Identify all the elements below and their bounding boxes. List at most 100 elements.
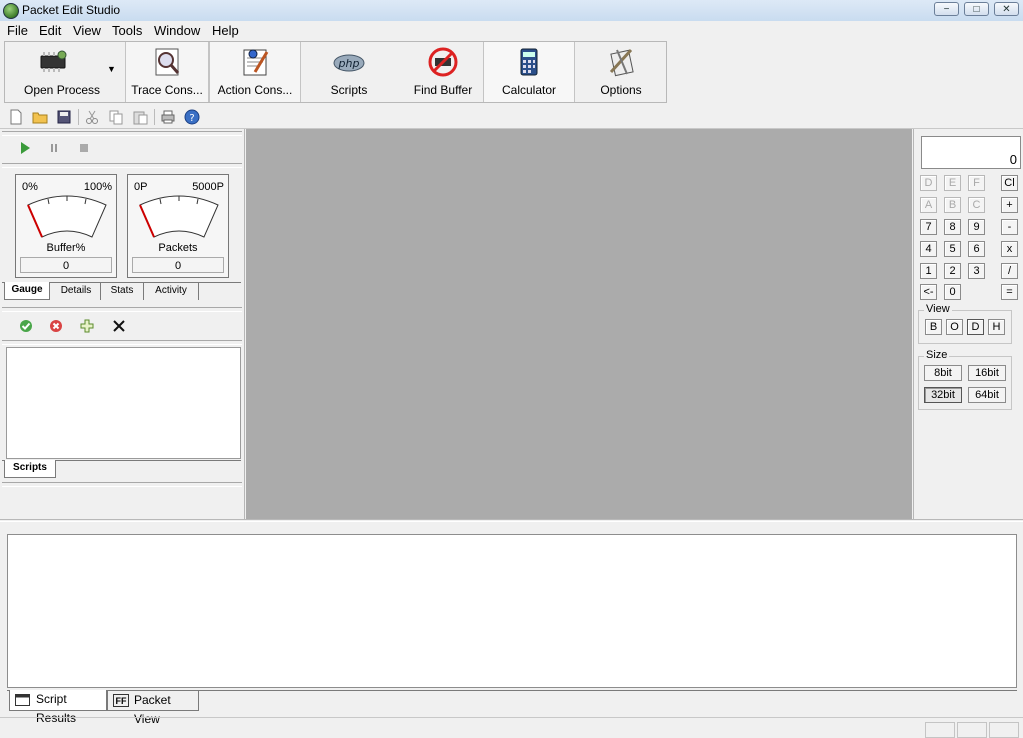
gauge-name: Packets bbox=[158, 242, 198, 254]
script-results-pane[interactable] bbox=[7, 534, 1017, 688]
key-1[interactable]: 1 bbox=[920, 263, 937, 279]
key-b[interactable]: B bbox=[944, 197, 961, 213]
minimize-button[interactable]: − bbox=[934, 2, 959, 16]
tab-packet-view[interactable]: FF Packet View bbox=[107, 691, 199, 726]
pause-icon[interactable] bbox=[47, 141, 61, 155]
cancel-icon[interactable] bbox=[49, 319, 63, 333]
key-backspace[interactable]: <- bbox=[920, 284, 937, 300]
key-2[interactable]: 2 bbox=[944, 263, 961, 279]
menu-bar: File Edit View Tools Window Help bbox=[0, 21, 1023, 40]
key-minus[interactable]: - bbox=[1001, 219, 1018, 235]
view-group-title: View bbox=[924, 303, 952, 315]
packets-dial-icon bbox=[139, 195, 219, 238]
left-panel: 0% 100% Buffer% 0 0P 5000P Packets 0 Gau… bbox=[0, 129, 245, 519]
key-a[interactable]: A bbox=[920, 197, 937, 213]
action-console-button[interactable]: Action Cons... bbox=[209, 42, 301, 102]
calculator-panel: 0 D E F Cl A B C + 7 8 9 - 4 5 6 x 1 2 3… bbox=[913, 129, 1023, 519]
gauge-value: 0 bbox=[132, 257, 224, 273]
size-16bit-button[interactable]: 16bit bbox=[968, 365, 1006, 381]
action-icon bbox=[243, 49, 269, 76]
key-plus[interactable]: + bbox=[1001, 197, 1018, 213]
save-icon[interactable] bbox=[56, 109, 72, 125]
menu-tools[interactable]: Tools bbox=[112, 23, 142, 38]
new-file-icon[interactable] bbox=[8, 109, 24, 125]
menu-file[interactable]: File bbox=[7, 23, 28, 38]
find-buffer-label: Find Buffer bbox=[413, 83, 473, 97]
check-icon[interactable] bbox=[19, 319, 33, 333]
key-6[interactable]: 6 bbox=[968, 241, 985, 257]
gauge-min-label: 0% bbox=[22, 181, 38, 193]
key-clear[interactable]: Cl bbox=[1001, 175, 1018, 191]
print-icon[interactable] bbox=[160, 109, 176, 125]
chip-icon bbox=[40, 50, 67, 72]
main-toolbar: ▼ Open Process Trace Cons... Action Cons… bbox=[4, 41, 667, 103]
key-equals[interactable]: = bbox=[1001, 284, 1018, 300]
window-title: Packet Edit Studio bbox=[22, 3, 121, 17]
maximize-button[interactable]: □ bbox=[964, 2, 989, 16]
app-logo-icon bbox=[3, 3, 19, 19]
packets-gauge: 0P 5000P Packets 0 bbox=[127, 174, 229, 278]
key-3[interactable]: 3 bbox=[968, 263, 985, 279]
copy-icon[interactable] bbox=[108, 109, 124, 125]
view-hex-button[interactable]: H bbox=[988, 319, 1005, 335]
size-8bit-button[interactable]: 8bit bbox=[924, 365, 962, 381]
key-8[interactable]: 8 bbox=[944, 219, 961, 235]
size-32bit-button[interactable]: 32bit bbox=[924, 387, 962, 403]
dropdown-arrow-icon[interactable]: ▼ bbox=[107, 64, 116, 74]
gauge-max-label: 100% bbox=[83, 181, 112, 193]
tab-scripts[interactable]: Scripts bbox=[4, 460, 56, 478]
key-7[interactable]: 7 bbox=[920, 219, 937, 235]
buffer-gauge: 0% 100% Buffer% 0 bbox=[15, 174, 117, 278]
tab-script-results[interactable]: Script Results bbox=[9, 690, 107, 725]
tab-stats[interactable]: Stats bbox=[101, 283, 144, 300]
calculator-label: Calculator bbox=[501, 83, 557, 97]
tab-gauge[interactable]: Gauge bbox=[4, 282, 50, 300]
key-5[interactable]: 5 bbox=[944, 241, 961, 257]
key-divide[interactable]: / bbox=[1001, 263, 1018, 279]
key-multiply[interactable]: x bbox=[1001, 241, 1018, 257]
options-button[interactable]: Options bbox=[577, 42, 665, 102]
play-icon[interactable] bbox=[18, 141, 32, 155]
menu-view[interactable]: View bbox=[73, 23, 101, 38]
cut-icon[interactable] bbox=[84, 109, 100, 125]
view-decimal-button[interactable]: D bbox=[967, 319, 984, 335]
view-binary-button[interactable]: B bbox=[925, 319, 942, 335]
open-process-button[interactable]: ▼ Open Process bbox=[11, 42, 123, 102]
menu-window[interactable]: Window bbox=[154, 23, 200, 38]
trace-console-button[interactable]: Trace Cons... bbox=[125, 42, 209, 102]
stop-icon[interactable] bbox=[77, 141, 91, 155]
find-buffer-button[interactable]: Find Buffer bbox=[397, 42, 489, 102]
delete-icon[interactable] bbox=[112, 319, 126, 333]
gauge-value: 0 bbox=[20, 257, 112, 273]
size-64bit-button[interactable]: 64bit bbox=[968, 387, 1006, 403]
close-button[interactable]: ✕ bbox=[994, 2, 1019, 16]
key-e[interactable]: E bbox=[944, 175, 961, 191]
scripts-tabstrip: Scripts bbox=[2, 460, 241, 479]
key-c[interactable]: C bbox=[968, 197, 985, 213]
mdi-workspace[interactable] bbox=[246, 129, 912, 519]
status-bar bbox=[0, 717, 1023, 738]
open-folder-icon[interactable] bbox=[32, 109, 48, 125]
scripts-button[interactable]: php Scripts bbox=[303, 42, 395, 102]
tab-activity[interactable]: Activity bbox=[144, 283, 199, 300]
add-icon[interactable] bbox=[80, 319, 94, 333]
key-9[interactable]: 9 bbox=[968, 219, 985, 235]
tab-details[interactable]: Details bbox=[52, 283, 101, 300]
menu-help[interactable]: Help bbox=[212, 23, 239, 38]
key-0[interactable]: 0 bbox=[944, 284, 961, 300]
calculator-icon bbox=[520, 48, 538, 76]
key-f[interactable]: F bbox=[968, 175, 985, 191]
calculator-button[interactable]: Calculator bbox=[483, 42, 575, 102]
panel-separator bbox=[2, 482, 242, 487]
scripts-label: Scripts bbox=[330, 83, 368, 97]
menu-edit[interactable]: Edit bbox=[39, 23, 61, 38]
key-4[interactable]: 4 bbox=[920, 241, 937, 257]
help-icon[interactable]: ? bbox=[184, 109, 200, 125]
trace-icon bbox=[155, 48, 180, 76]
splitter[interactable] bbox=[0, 519, 1023, 522]
script-list[interactable] bbox=[6, 347, 241, 459]
key-d[interactable]: D bbox=[920, 175, 937, 191]
view-octal-button[interactable]: O bbox=[946, 319, 963, 335]
paste-icon[interactable] bbox=[132, 109, 148, 125]
svg-text:php: php bbox=[338, 57, 360, 70]
